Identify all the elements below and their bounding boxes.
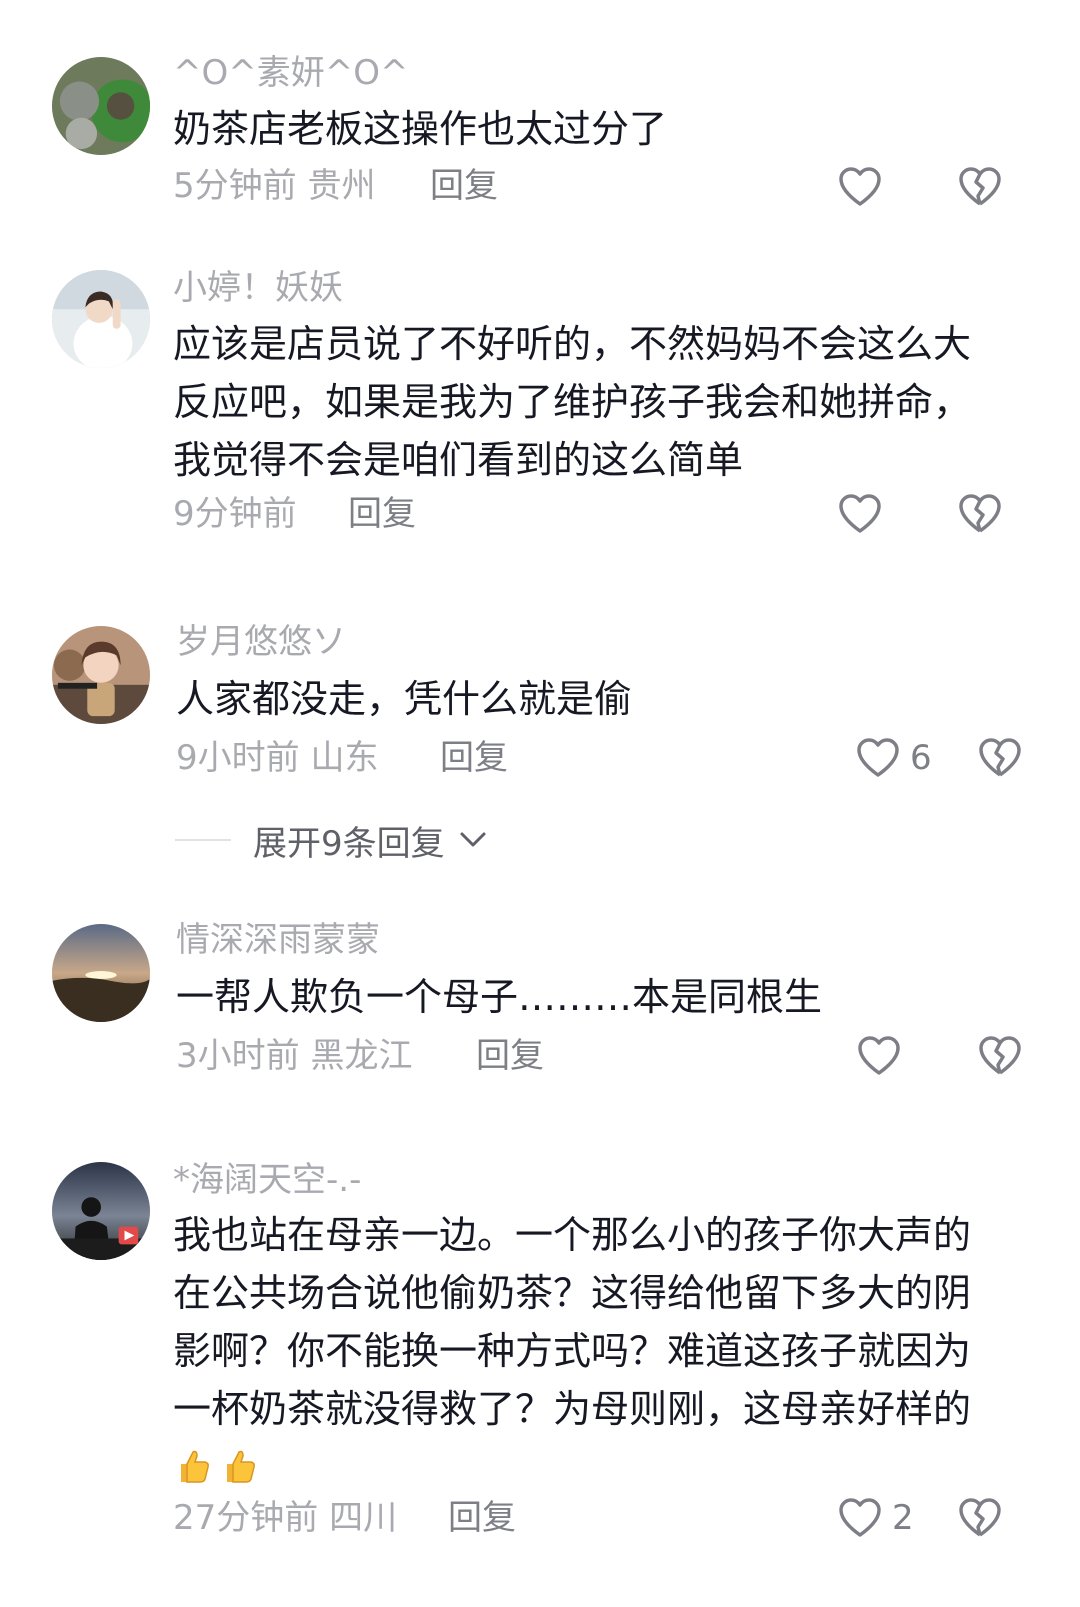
dislike-button[interactable]: [958, 491, 1002, 537]
reply-button[interactable]: 回复: [448, 1496, 516, 1540]
dislike-button[interactable]: [978, 1033, 1022, 1079]
like-count: 2: [892, 1498, 914, 1538]
timestamp-location: 3小时前 黑龙江: [176, 1036, 413, 1076]
avatar-image: [52, 626, 150, 724]
broken-heart-icon: [959, 494, 1001, 533]
broken-heart-icon: [959, 1498, 1001, 1537]
like-button[interactable]: 2: [838, 1495, 914, 1541]
timestamp-location: 9分钟前: [173, 494, 297, 534]
dislike-button[interactable]: [978, 735, 1022, 781]
thumbs-up-emoji-icon: [227, 1450, 255, 1483]
expand-replies-label: 展开9条回复: [253, 823, 445, 864]
heart-outline-icon: [857, 738, 899, 777]
heart-outline-icon: [839, 494, 881, 533]
comment-text: 应该是店员说了不好听的，不然妈妈不会这么大反应吧，如果是我为了维护孩子我会和她拼…: [173, 322, 972, 482]
like-button[interactable]: [857, 1033, 901, 1079]
reply-button[interactable]: 回复: [430, 164, 498, 208]
username[interactable]: ^O^素妍^O^: [173, 53, 408, 93]
divider-line: [175, 839, 231, 841]
comment-text: 奶茶店老板这操作也太过分了: [173, 107, 668, 151]
avatar[interactable]: [52, 626, 150, 724]
avatar[interactable]: [52, 1162, 150, 1260]
expand-replies-button[interactable]: 展开9条回复: [175, 818, 487, 864]
broken-heart-icon: [979, 738, 1021, 777]
chevron-down-icon: [460, 832, 486, 847]
reply-button[interactable]: 回复: [440, 736, 508, 780]
thumbs-up-emoji-icon: [181, 1450, 209, 1483]
dislike-button[interactable]: [958, 164, 1002, 210]
username[interactable]: 小婷！妖妖: [173, 268, 343, 308]
avatar-image: [52, 1162, 150, 1260]
timestamp-location: 5分钟前 贵州: [173, 166, 376, 206]
avatar[interactable]: [52, 57, 150, 155]
heart-outline-icon: [839, 1498, 881, 1537]
avatar[interactable]: [52, 270, 150, 368]
like-button[interactable]: [838, 491, 882, 537]
avatar[interactable]: [52, 924, 150, 1022]
reply-button[interactable]: 回复: [348, 492, 416, 536]
like-button[interactable]: 6: [856, 735, 932, 781]
timestamp-location: 9小时前 山东: [176, 738, 379, 778]
timestamp-location: 27分钟前 四川: [173, 1498, 398, 1538]
reply-button[interactable]: 回复: [476, 1034, 544, 1078]
broken-heart-icon: [959, 167, 1001, 206]
avatar-image: [52, 270, 150, 368]
heart-outline-icon: [839, 167, 881, 206]
like-count: 6: [910, 738, 932, 778]
comment-text-body: 我也站在母亲一边。一个那么小的孩子你大声的在公共场合说他偷奶茶？这得给他留下多大…: [173, 1213, 972, 1431]
username[interactable]: 岁月悠悠ソ: [176, 622, 346, 662]
like-button[interactable]: [838, 164, 882, 210]
comment-text: 我也站在母亲一边。一个那么小的孩子你大声的在公共场合说他偷奶茶？这得给他留下多大…: [173, 1206, 1003, 1496]
broken-heart-icon: [979, 1036, 1021, 1075]
heart-outline-icon: [858, 1036, 900, 1075]
comment-text: 一帮人欺负一个母子………本是同根生: [176, 975, 823, 1019]
dislike-button[interactable]: [958, 1495, 1002, 1541]
username[interactable]: 情深深雨蒙蒙: [176, 920, 380, 960]
avatar-image: [52, 57, 150, 155]
comment-text: 人家都没走，凭什么就是偷: [176, 677, 633, 721]
avatar-image: [52, 924, 150, 1022]
username[interactable]: *海阔天空-.-: [173, 1160, 361, 1200]
